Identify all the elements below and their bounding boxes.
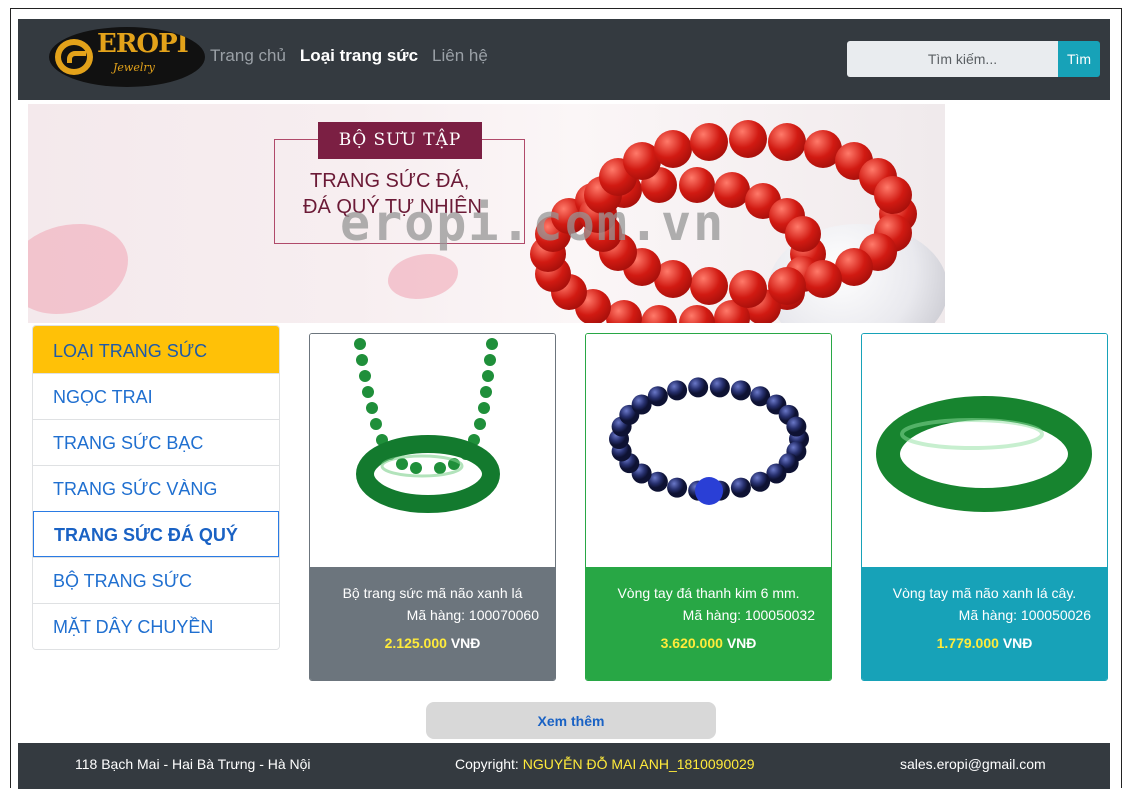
product-card[interactable]: Vòng tay đá thanh kim 6 mm. Mã hàng: 100…: [585, 333, 832, 681]
logo-text: EROPI: [97, 29, 189, 59]
copyright-label: Copyright:: [455, 756, 523, 772]
product-name[interactable]: Bộ trang sức mã não xanh lá: [310, 585, 555, 601]
petal-decoration: [388, 254, 458, 299]
product-code: Mã hàng: 100050032: [682, 607, 815, 623]
product-name[interactable]: Vòng tay mã não xanh lá cây.: [862, 585, 1107, 601]
price-currency: VNĐ: [1002, 635, 1033, 651]
sidebar-item-sets[interactable]: BỘ TRANG SỨC: [33, 557, 279, 603]
search-button[interactable]: Tìm: [1058, 41, 1100, 77]
sidebar-heading: LOẠI TRANG SỨC: [33, 326, 279, 373]
jade-bangle-icon: [876, 396, 1092, 512]
footer-copyright: Copyright: NGUYỄN ĐỖ MAI ANH_1810090029: [455, 756, 755, 772]
product-code: Mã hàng: 100050026: [958, 607, 1091, 623]
red-bead: [654, 130, 692, 169]
logo-subtitle: Jewelry: [113, 61, 155, 74]
lapis-bead: [750, 471, 771, 492]
price-currency: VNĐ: [726, 635, 757, 651]
banner-watermark: eropi.com.vn: [340, 194, 726, 252]
red-bead: [729, 120, 767, 158]
price-currency: VNĐ: [450, 635, 481, 651]
nav-categories[interactable]: Loại trang sức: [300, 46, 418, 66]
petal-decoration: [28, 224, 128, 314]
product-info: Vòng tay mã não xanh lá cây. Mã hàng: 10…: [862, 567, 1107, 680]
copyright-name: NGUYỄN ĐỖ MAI ANH_1810090029: [522, 756, 755, 772]
lapis-bead: [730, 477, 751, 498]
banner-title-line1: TRANG SỨC ĐÁ,: [310, 170, 470, 192]
product-price: 2.125.000 VNĐ: [310, 635, 555, 651]
promo-banner: BỘ SƯU TẬP TRANG SỨC ĐÁ, ĐÁ QUÝ TỰ NHIÊN…: [28, 104, 945, 323]
sidebar-item-silver[interactable]: TRANG SỨC BẠC: [33, 419, 279, 465]
search-input[interactable]: [847, 41, 1058, 77]
footer-email[interactable]: sales.eropi@gmail.com: [900, 756, 1046, 772]
lapis-bead: [667, 380, 688, 401]
price-amount: 2.125.000: [384, 635, 447, 651]
red-bead: [690, 122, 729, 161]
red-bead: [804, 259, 842, 298]
rhinestone-bead: [695, 477, 723, 505]
sidebar-item-gold[interactable]: TRANG SỨC VÀNG: [33, 465, 279, 511]
product-card[interactable]: Vòng tay mã não xanh lá cây. Mã hàng: 10…: [861, 333, 1108, 681]
red-bead: [784, 216, 821, 253]
logo-e-icon: [55, 39, 93, 75]
red-bead: [678, 305, 715, 323]
lapis-bead: [730, 380, 751, 401]
view-more-button[interactable]: Xem thêm: [426, 702, 716, 739]
lapis-bead: [786, 416, 807, 437]
product-image[interactable]: [310, 334, 555, 567]
nav-home[interactable]: Trang chủ: [210, 46, 286, 66]
nav-links: Trang chủ Loại trang sức Liên hệ: [210, 46, 488, 66]
product-name[interactable]: Vòng tay đá thanh kim 6 mm.: [586, 585, 831, 601]
footer-address: 118 Bạch Mai - Hai Bà Trưng - Hà Nội: [75, 756, 311, 772]
red-bead: [690, 267, 729, 306]
red-bead: [767, 122, 806, 161]
sidebar-item-gemstone[interactable]: TRANG SỨC ĐÁ QUÝ: [33, 511, 279, 557]
lapis-bead: [688, 377, 709, 398]
product-image[interactable]: [586, 334, 831, 567]
product-card[interactable]: Bộ trang sức mã não xanh lá Mã hàng: 100…: [309, 333, 556, 681]
red-bead: [605, 299, 642, 323]
red-bead: [873, 175, 912, 214]
lapis-bracelet-icon: [609, 377, 809, 505]
nav-contact[interactable]: Liên hệ: [432, 46, 488, 66]
navbar: EROPI Jewelry Trang chủ Loại trang sức L…: [18, 19, 1110, 100]
jade-necklace-icon: [354, 338, 500, 513]
sidebar-item-pendant[interactable]: MẶT DÂY CHUYỀN: [33, 603, 279, 649]
product-price: 1.779.000 VNĐ: [862, 635, 1107, 651]
red-bead: [641, 305, 678, 323]
product-price: 3.620.000 VNĐ: [586, 635, 831, 651]
category-sidebar: LOẠI TRANG SỨC NGỌC TRAI TRANG SỨC BẠC T…: [32, 325, 280, 650]
banner-tag: BỘ SƯU TẬP: [318, 122, 482, 159]
price-amount: 1.779.000: [936, 635, 999, 651]
brand-logo[interactable]: EROPI Jewelry: [49, 27, 205, 87]
product-image[interactable]: [862, 334, 1107, 567]
price-amount: 3.620.000: [660, 635, 723, 651]
lapis-bead: [709, 377, 730, 398]
lapis-bead: [647, 386, 668, 407]
lapis-bead: [667, 477, 688, 498]
red-bead: [729, 270, 767, 308]
red-bead: [767, 267, 806, 306]
product-info: Bộ trang sức mã não xanh lá Mã hàng: 100…: [310, 567, 555, 680]
sidebar-item-pearl[interactable]: NGỌC TRAI: [33, 373, 279, 419]
footer: 118 Bạch Mai - Hai Bà Trưng - Hà Nội Cop…: [18, 743, 1110, 789]
product-code: Mã hàng: 100070060: [406, 607, 539, 623]
product-info: Vòng tay đá thanh kim 6 mm. Mã hàng: 100…: [586, 567, 831, 680]
